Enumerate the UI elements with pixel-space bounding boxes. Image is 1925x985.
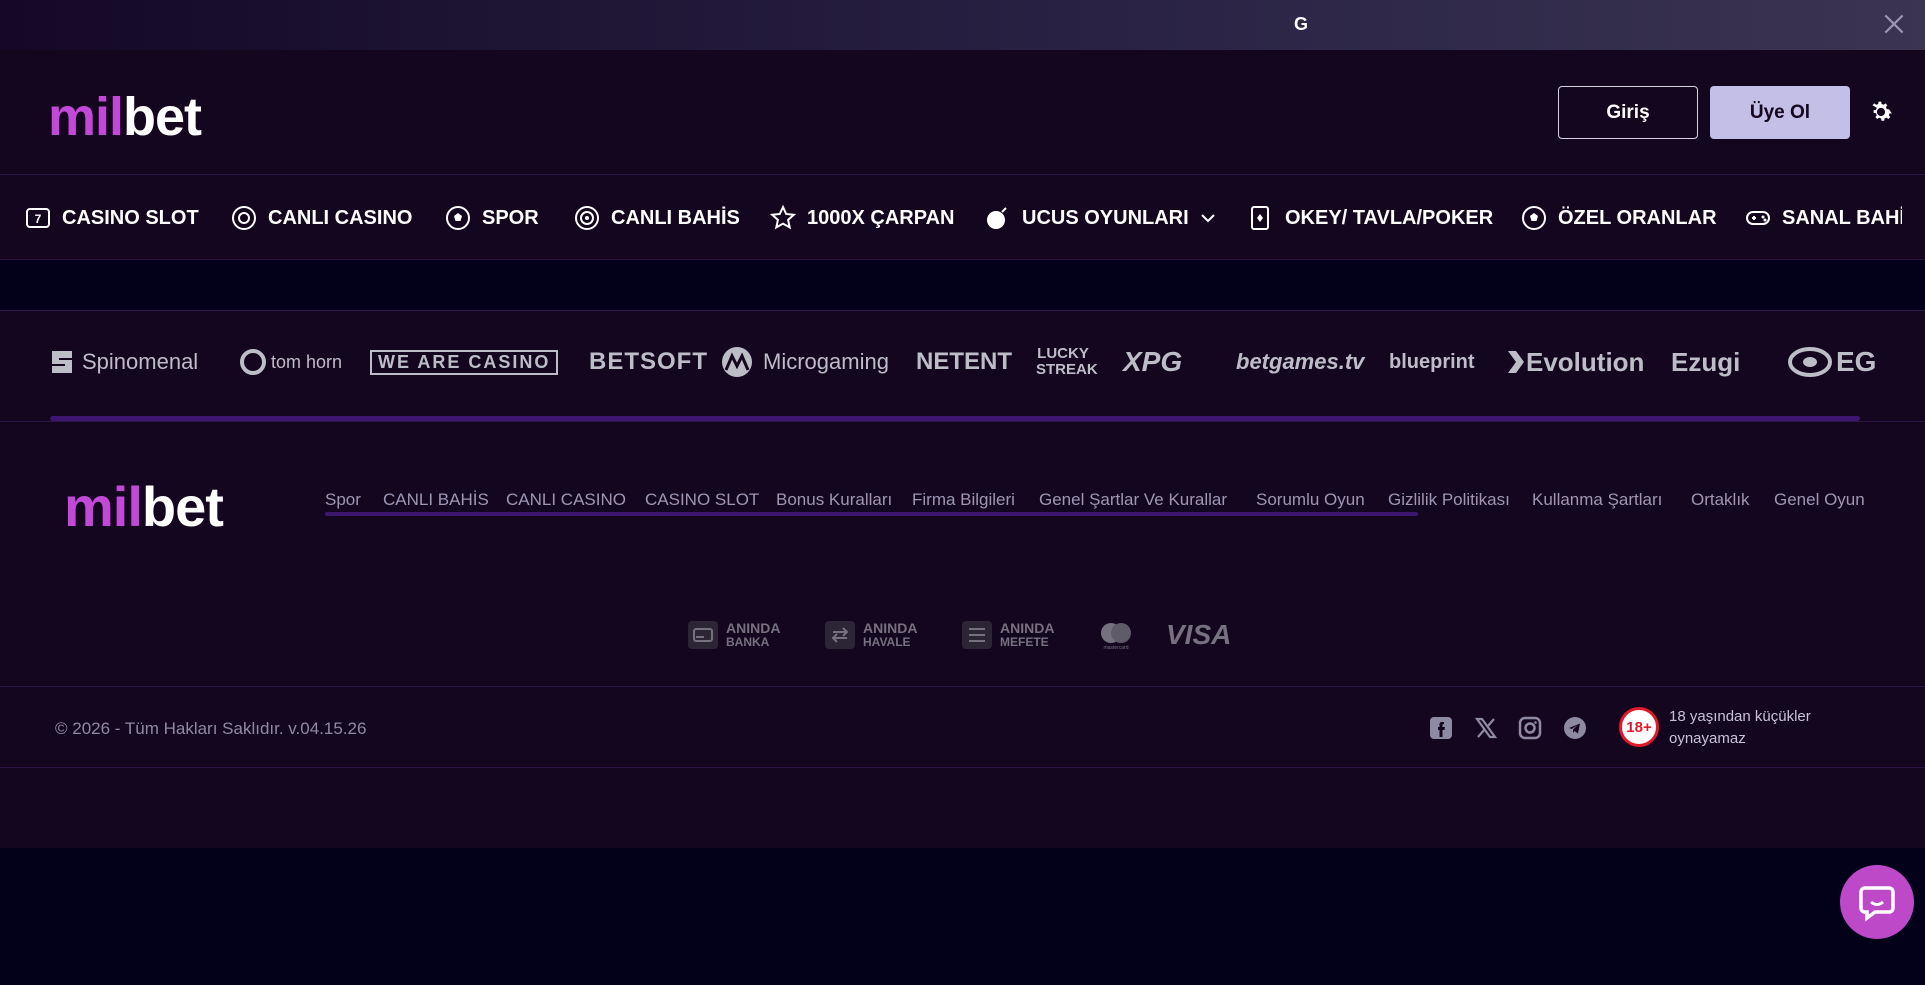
gamepad-icon <box>1746 211 1770 225</box>
provider-logo[interactable]: Evolution <box>1506 337 1644 387</box>
footer-link[interactable]: CASINO SLOT <box>645 490 759 510</box>
chip-icon <box>232 206 256 230</box>
footer-link[interactable]: Sorumlu Oyun <box>1256 490 1365 510</box>
provider-logo[interactable]: XPG <box>1123 337 1182 387</box>
nav-item-casino-slot[interactable]: 7 CASINO SLOT <box>24 203 199 233</box>
mastercard-icon: mastercard <box>1101 623 1131 650</box>
eg-icon <box>1788 347 1832 377</box>
nav-item-canli-bahis[interactable]: CANLI BAHİS <box>573 203 740 233</box>
footer-link[interactable]: CANLI CASINO <box>506 490 626 510</box>
spinomenal-icon <box>52 351 72 373</box>
footer-link[interactable]: Bonus Kuralları <box>776 490 892 510</box>
main-nav: 7 CASINO SLOT CANLI CASINO SPOR CANLI BA… <box>0 175 1925 260</box>
footer-link[interactable]: CANLI BAHİS <box>383 490 489 510</box>
footer-link[interactable]: Firma Bilgileri <box>912 490 1015 510</box>
bank-card-icon <box>688 621 718 649</box>
announcement-bar: G <box>0 0 1925 50</box>
provider-logo[interactable]: LUCKY STREAK <box>1036 337 1098 387</box>
payment-logo: ANINDA MEFETE <box>962 618 1054 652</box>
cards-icon <box>1251 206 1269 230</box>
provider-logo[interactable]: Spinomenal <box>50 337 198 387</box>
payment-logo: ANINDA BANKA <box>688 618 780 652</box>
divider <box>0 767 1925 768</box>
site-logo[interactable]: mil bet <box>48 86 202 148</box>
divider <box>0 686 1925 687</box>
svg-text:mastercard: mastercard <box>1103 645 1128 650</box>
announcement-text: G <box>1294 14 1309 34</box>
payment-logo: ANINDA HAVALE <box>825 618 917 652</box>
gear-icon[interactable] <box>1867 98 1895 126</box>
provider-logo[interactable]: NETENT <box>916 337 1012 387</box>
payment-logo: mastercard <box>1098 618 1134 652</box>
slot-icon: 7 <box>26 208 50 228</box>
live-chat-button[interactable] <box>1840 865 1914 939</box>
register-button[interactable]: Üye Ol <box>1710 86 1850 139</box>
provider-scrollbar[interactable] <box>50 416 1860 421</box>
nav-item-1000x-carpan[interactable]: 1000X ÇARPAN <box>769 203 954 233</box>
svg-text:7: 7 <box>35 212 42 226</box>
nav-item-ucus-oyunlari[interactable]: UCUS OYUNLARI <box>984 203 1217 233</box>
provider-logo[interactable]: Ezugi <box>1671 337 1740 387</box>
evolution-icon <box>1508 351 1524 373</box>
provider-logo[interactable]: EG <box>1788 337 1876 387</box>
microgaming-icon <box>722 347 752 377</box>
football-icon <box>446 206 470 230</box>
provider-logo[interactable]: betgames.tv <box>1236 337 1364 387</box>
site-header: mil bet Giriş Üye Ol <box>0 50 1925 175</box>
footer-link[interactable]: Genel Şartlar Ve Kurallar <box>1039 490 1227 510</box>
close-icon[interactable] <box>1881 11 1907 37</box>
live-icon <box>575 206 599 230</box>
provider-logo[interactable]: tom horn <box>239 337 342 387</box>
provider-logo[interactable]: WE ARE CASINO <box>370 337 559 387</box>
site-footer: mil bet Spor CANLI BAHİS CANLI CASINO CAS… <box>0 422 1925 848</box>
age-restriction-badge: 18+ <box>1619 707 1659 747</box>
tomhorn-icon <box>240 349 266 375</box>
footer-links-scrollbar[interactable] <box>325 512 1418 516</box>
facebook-icon[interactable] <box>1429 716 1453 740</box>
footer-link[interactable]: Genel Oyun <box>1774 490 1865 510</box>
copyright-text: © 2026 - Tüm Hakları Saklıdır. v.04.15.2… <box>55 719 367 738</box>
payment-logo: VISA <box>1166 619 1232 650</box>
login-button[interactable]: Giriş <box>1558 86 1698 139</box>
footer-link[interactable]: Ortaklık <box>1691 490 1750 510</box>
nav-item-canli-casino[interactable]: CANLI CASINO <box>230 203 412 233</box>
star-icon <box>769 204 797 230</box>
nav-item-sanal-bahis[interactable]: SANAL BAHİS <box>1744 203 1902 233</box>
age-restriction-text: 18 yaşından küçükler oynayamaz <box>1669 708 1811 747</box>
footer-logo[interactable]: mil bet <box>64 474 224 539</box>
chevron-down-icon <box>1200 214 1215 223</box>
footer-link[interactable]: Kullanma Şartları <box>1532 490 1662 510</box>
chat-icon <box>1859 886 1895 922</box>
nav-item-okey-tavla-poker[interactable]: OKEY/ TAVLA/POKER <box>1247 203 1493 233</box>
football-icon <box>1522 206 1546 230</box>
provider-logo[interactable]: blueprint <box>1389 337 1475 387</box>
provider-logo[interactable]: BETSOFT <box>589 337 708 387</box>
bomb-icon <box>987 207 1007 229</box>
provider-logo[interactable]: Microgaming <box>717 337 889 387</box>
provider-strip: Spinomenal tom horn WE ARE CASINO BETSOF… <box>0 310 1925 422</box>
x-icon[interactable] <box>1474 716 1498 740</box>
nav-item-spor[interactable]: SPOR <box>444 203 539 233</box>
footer-link[interactable]: Spor <box>325 490 361 510</box>
nav-item-ozel-oranlar[interactable]: ÖZEL ORANLAR <box>1520 203 1717 233</box>
footer-link[interactable]: Gizlilik Politikası <box>1388 490 1510 510</box>
list-icon <box>962 621 992 649</box>
telegram-icon[interactable] <box>1563 716 1587 740</box>
transfer-icon <box>825 621 855 649</box>
instagram-icon[interactable] <box>1518 716 1542 740</box>
